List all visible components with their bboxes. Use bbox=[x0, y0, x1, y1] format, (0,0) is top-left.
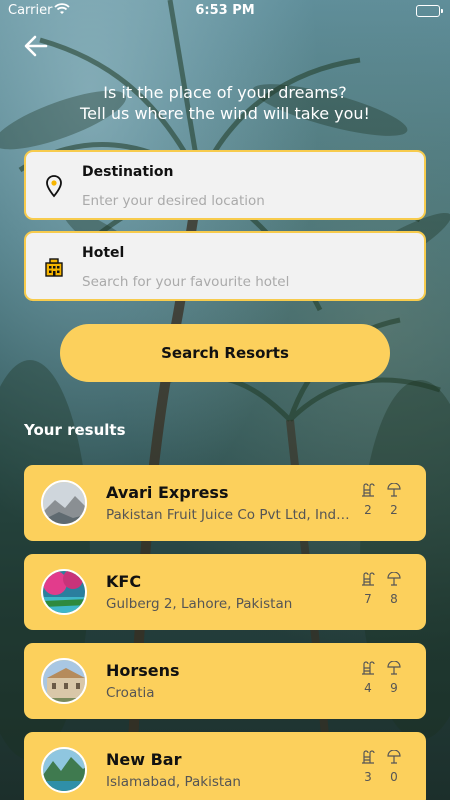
beach-count: 2 bbox=[390, 503, 398, 517]
beach-stat: 2 bbox=[386, 483, 402, 517]
hotel-thumbnail bbox=[41, 480, 87, 526]
hotel-thumbnail bbox=[41, 747, 87, 793]
beach-umbrella-icon bbox=[387, 572, 401, 586]
hotel-thumbnail bbox=[41, 569, 87, 615]
hotel-field[interactable]: Hotel bbox=[24, 231, 426, 301]
destination-label: Destination bbox=[82, 164, 174, 180]
pool-ladder-icon bbox=[362, 661, 375, 675]
result-card[interactable]: New Bar Islamabad, Pakistan 3 0 bbox=[24, 732, 426, 800]
page-heading: Is it the place of your dreams? Tell us … bbox=[0, 82, 450, 124]
pool-count: 7 bbox=[364, 592, 372, 606]
destination-input[interactable] bbox=[82, 190, 402, 212]
beach-stat: 0 bbox=[386, 750, 402, 784]
pool-count: 3 bbox=[364, 770, 372, 784]
result-address: Islamabad, Pakistan bbox=[106, 774, 241, 790]
result-name: KFC bbox=[106, 572, 142, 591]
pool-stat: 2 bbox=[360, 483, 376, 517]
heading-line-1: Is it the place of your dreams? bbox=[103, 83, 347, 102]
pool-ladder-icon bbox=[362, 483, 375, 497]
pool-ladder-icon bbox=[362, 750, 375, 764]
results-title: Your results bbox=[24, 421, 126, 439]
destination-field[interactable]: Destination bbox=[24, 150, 426, 220]
building-icon bbox=[42, 255, 66, 279]
pool-count: 4 bbox=[364, 681, 372, 695]
result-address: Pakistan Fruit Juice Co Pvt Ltd, Industr… bbox=[106, 507, 354, 523]
heading-line-2: Tell us where the wind will take you! bbox=[80, 104, 370, 123]
search-resorts-button[interactable]: Search Resorts bbox=[60, 324, 390, 382]
location-pin-icon bbox=[42, 174, 66, 198]
beach-umbrella-icon bbox=[387, 661, 401, 675]
back-arrow-icon[interactable] bbox=[22, 32, 50, 60]
clock-time: 6:53 PM bbox=[195, 3, 255, 18]
pool-stat: 7 bbox=[360, 572, 376, 606]
pool-stat: 4 bbox=[360, 661, 376, 695]
result-name: New Bar bbox=[106, 750, 182, 769]
result-card[interactable]: Avari Express Pakistan Fruit Juice Co Pv… bbox=[24, 465, 426, 541]
battery-icon bbox=[416, 5, 443, 17]
hotel-thumbnail bbox=[41, 658, 87, 704]
result-name: Horsens bbox=[106, 661, 180, 680]
status-bar: Carrier 6:53 PM bbox=[0, 0, 450, 22]
beach-count: 8 bbox=[390, 592, 398, 606]
pool-ladder-icon bbox=[362, 572, 375, 586]
result-card[interactable]: KFC Gulberg 2, Lahore, Pakistan 7 8 bbox=[24, 554, 426, 630]
result-card[interactable]: Horsens Croatia 4 9 bbox=[24, 643, 426, 719]
result-name: Avari Express bbox=[106, 483, 229, 502]
result-address: Gulberg 2, Lahore, Pakistan bbox=[106, 596, 293, 612]
hotel-label: Hotel bbox=[82, 245, 125, 261]
beach-stat: 9 bbox=[386, 661, 402, 695]
hotel-input[interactable] bbox=[82, 271, 402, 293]
beach-umbrella-icon bbox=[387, 483, 401, 497]
beach-stat: 8 bbox=[386, 572, 402, 606]
beach-count: 0 bbox=[390, 770, 398, 784]
pool-stat: 3 bbox=[360, 750, 376, 784]
beach-umbrella-icon bbox=[387, 750, 401, 764]
beach-count: 9 bbox=[390, 681, 398, 695]
result-address: Croatia bbox=[106, 685, 155, 701]
pool-count: 2 bbox=[364, 503, 372, 517]
